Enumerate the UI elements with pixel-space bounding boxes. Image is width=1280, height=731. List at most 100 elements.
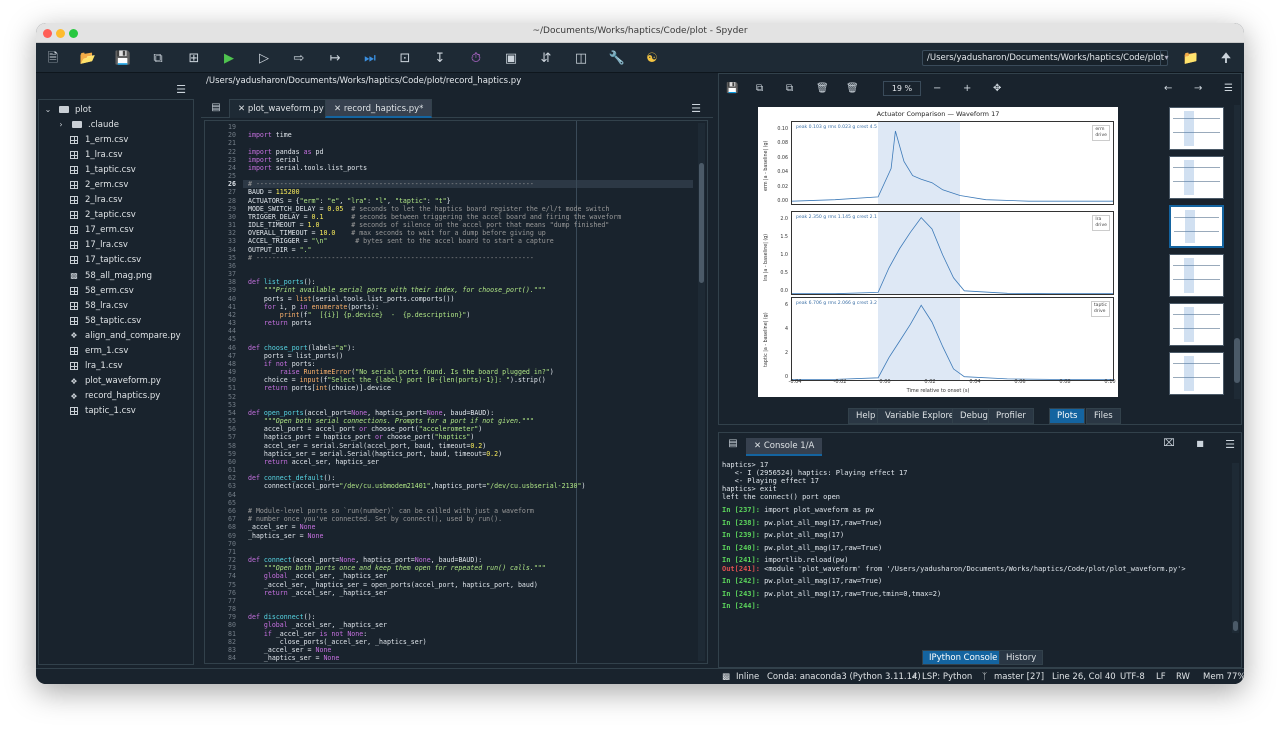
debug-icon[interactable]: ⏭ (361, 49, 379, 67)
code-line[interactable]: return ports[int(choice)].device (248, 384, 391, 392)
code-line[interactable]: def choose_port(label="a"): (248, 344, 355, 352)
plot-thumbnail[interactable] (1169, 205, 1224, 248)
code-line[interactable]: import serial (248, 156, 300, 164)
code-line[interactable]: OVERALL_TIMEOUT = 10.0 # max seconds to … (248, 229, 546, 237)
tab-record-haptics[interactable]: ✕ record_haptics.py* (325, 99, 433, 118)
new-file-icon[interactable]: 🗎 (44, 49, 62, 67)
tree-root[interactable]: ⌄ plot (43, 102, 92, 117)
code-line[interactable]: import pandas as pd (248, 148, 323, 156)
preferences-icon[interactable]: 🔧 (608, 49, 626, 67)
code-line[interactable]: # Module-level ports so `run(number)` ca… (248, 507, 534, 515)
code-line[interactable]: # --------------------------------------… (248, 254, 534, 262)
copy-plot-icon[interactable]: ⧉ (786, 83, 793, 94)
profile-icon[interactable]: ⏱ (467, 49, 485, 67)
code-line[interactable]: # number once you've connected. Set by c… (248, 515, 502, 523)
open-file-icon[interactable]: 📂 (79, 49, 97, 67)
code-line[interactable]: choice = input(f"Select the {label} port… (248, 376, 546, 384)
file-item[interactable]: lra_1.csv (69, 359, 123, 374)
code-line[interactable]: OUTPUT_DIR = "." (248, 246, 312, 254)
code-line[interactable]: ACTUATORS = {"erm": "e", "lra": "l", "ta… (248, 197, 451, 205)
code-line[interactable]: BAUD = 115200 (248, 188, 300, 196)
working-directory-input[interactable]: /Users/yadusharon/Documents/Works/haptic… (922, 50, 1168, 66)
code-line[interactable]: def connect_default(): (248, 474, 335, 482)
code-line[interactable]: accel_port = accel_port or choose_port("… (248, 425, 482, 433)
debug-selection-icon[interactable]: ↧ (431, 49, 449, 67)
remove-all-plots-icon[interactable]: 🗑 (846, 83, 859, 94)
code-line[interactable]: ports = list(serial.tools.list_ports.com… (248, 295, 455, 303)
plot-thumbnail[interactable] (1169, 156, 1224, 199)
save-all-icon[interactable]: ⧉ (149, 49, 167, 67)
code-line[interactable]: _accel_ser = None (248, 646, 332, 654)
code-line[interactable]: accel_ser = serial.Serial(accel_port, ba… (248, 442, 486, 450)
code-line[interactable]: IDLE_TIMEOUT = 1.0 # seconds of silence … (248, 221, 609, 229)
tab-ipython-console[interactable]: IPython Console (922, 650, 1005, 665)
zoom-level[interactable]: 19 % (883, 81, 921, 96)
file-item[interactable]: 1_lra.csv (69, 147, 123, 162)
file-item[interactable]: 2_erm.csv (69, 177, 128, 192)
code-line[interactable]: def connect(accel_port=None, haptics_por… (248, 556, 482, 564)
code-line[interactable]: def open_ports(accel_port=None, haptics_… (248, 409, 494, 417)
debug-cell-icon[interactable]: ⊡ (396, 49, 414, 67)
plot-thumbnail[interactable] (1169, 254, 1224, 297)
browse-folder-icon[interactable]: 📁 (1182, 49, 1200, 67)
next-plot-icon[interactable]: → (1194, 83, 1202, 94)
plots-menu-icon[interactable]: ☰ (1224, 83, 1233, 94)
chevron-down-icon[interactable]: ▾ (1160, 50, 1172, 66)
save-plot-icon[interactable]: 💾 (726, 83, 738, 94)
code-line[interactable]: MODE_SWITCH_DELAY = 0.05 # seconds to le… (248, 205, 609, 213)
console-menu-icon[interactable]: ☰ (1221, 435, 1239, 453)
code-line[interactable]: if _accel_ser is not None: (248, 630, 367, 638)
run-selection-icon[interactable]: ↦ (326, 49, 344, 67)
status-env[interactable]: Conda: anaconda3 (Python 3.11.14) (767, 672, 921, 682)
file-item[interactable]: 1_erm.csv (69, 132, 128, 147)
new-cell-icon[interactable]: ⊞ (185, 49, 203, 67)
file-item[interactable]: taptic_1.csv (69, 404, 136, 419)
file-item[interactable]: 1_taptic.csv (69, 162, 136, 177)
file-item[interactable]: 17_taptic.csv (69, 253, 141, 268)
code-line[interactable]: if not ports: (248, 360, 316, 368)
code-line[interactable]: raise RuntimeError("No serial ports foun… (248, 368, 554, 376)
fit-plot-icon[interactable]: ✥ (993, 83, 1001, 94)
file-item[interactable]: 17_erm.csv (69, 223, 134, 238)
code-line[interactable]: close_ports(_accel_ser, _haptics_ser) (248, 638, 427, 646)
run-cell-advance-icon[interactable]: ⇨ (290, 49, 308, 67)
code-line[interactable]: # --------------------------------------… (248, 180, 534, 188)
code-line[interactable]: TRIGGER_DELAY = 0.1 # seconds between tr… (248, 213, 621, 221)
file-item[interactable]: ❖ align_and_compare.py (69, 328, 180, 343)
code-line[interactable]: import time (248, 131, 292, 139)
file-item[interactable]: 17_lra.csv (69, 238, 128, 253)
code-line[interactable]: """Open both ports once and keep them op… (248, 564, 546, 572)
remove-plot-icon[interactable]: 🗑 (816, 83, 829, 94)
code-line[interactable]: def disconnect(): (248, 613, 316, 621)
editor-menu-icon[interactable]: ☰ (687, 99, 705, 117)
file-item[interactable]: 58_lra.csv (69, 298, 128, 313)
status-git[interactable]: master [27] (994, 672, 1044, 682)
code-line[interactable]: for i, p in enumerate(ports): (248, 303, 379, 311)
file-item[interactable]: › .claude (56, 117, 119, 132)
code-line[interactable]: connect(accel_port="/dev/cu.usbmodem2140… (248, 482, 586, 490)
maximize-pane-icon[interactable]: ◫ (572, 49, 590, 67)
code-line[interactable]: global _accel_ser, _haptics_ser (248, 621, 387, 629)
files-menu-icon[interactable]: ☰ (172, 80, 190, 98)
chevron-right-icon[interactable]: › (56, 120, 66, 130)
file-item[interactable]: erm_1.csv (69, 344, 128, 359)
code-line[interactable]: def list_ports(): (248, 278, 316, 286)
file-item[interactable]: 2_taptic.csv (69, 208, 136, 223)
code-line[interactable]: _haptics_ser = None (248, 532, 323, 540)
file-item[interactable]: ❖ record_haptics.py (69, 389, 160, 404)
editor-scrollbar[interactable] (698, 123, 705, 661)
code-line[interactable]: return ports (248, 319, 312, 327)
thumbnail-scroll-handle[interactable] (1234, 338, 1240, 383)
console-scrollbar[interactable] (1232, 463, 1239, 633)
zoom-in-icon[interactable]: + (963, 83, 971, 94)
code-line[interactable]: """Print available serial ports with the… (248, 286, 546, 294)
code-editor[interactable]: 19 20 21 22 23 24 25 26 27 28 29 30 31 32 33 34 35 36 37 38… (204, 120, 708, 664)
tab-plot-waveform[interactable]: ✕ plot_waveform.py (229, 99, 333, 118)
code-line[interactable]: haptics_ser = serial.Serial(haptics_port… (248, 450, 502, 458)
clear-console-icon[interactable]: ⌧ (1160, 435, 1178, 453)
code-line[interactable]: """Open both serial connections. Prompts… (248, 417, 534, 425)
file-item[interactable]: 2_lra.csv (69, 193, 123, 208)
code-line[interactable]: global _accel_ser, _haptics_ser (248, 572, 387, 580)
tab-plots[interactable]: Plots (1049, 408, 1086, 424)
code-line[interactable]: haptics_port = haptics_port or choose_po… (248, 433, 474, 441)
